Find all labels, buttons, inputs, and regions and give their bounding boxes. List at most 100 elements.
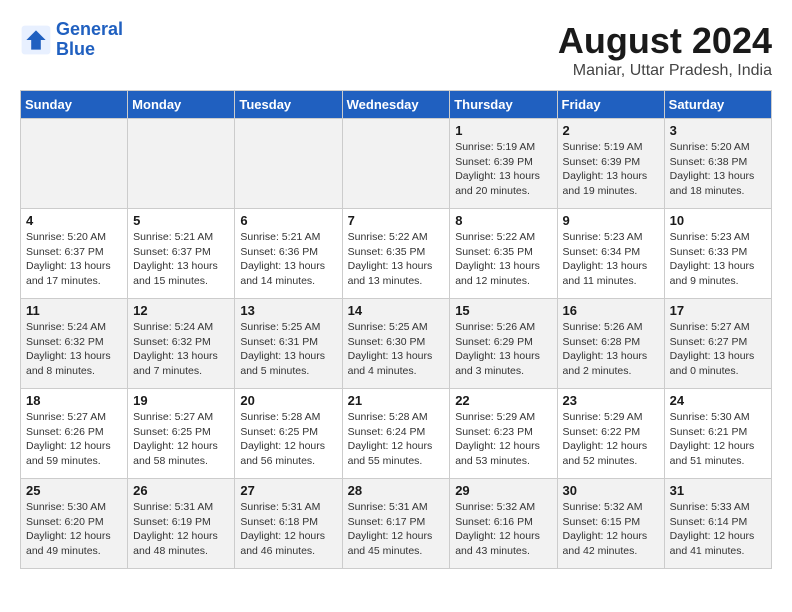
- day-number: 21: [348, 393, 445, 408]
- day-number: 14: [348, 303, 445, 318]
- day-number: 22: [455, 393, 551, 408]
- day-info: Sunrise: 5:28 AM Sunset: 6:25 PM Dayligh…: [240, 410, 336, 469]
- calendar-cell: 29 Sunrise: 5:32 AM Sunset: 6:16 PM Dayli…: [450, 479, 557, 569]
- day-info: Sunrise: 5:23 AM Sunset: 6:34 PM Dayligh…: [563, 230, 659, 289]
- day-info: Sunrise: 5:19 AM Sunset: 6:39 PM Dayligh…: [563, 140, 659, 199]
- day-number: 11: [26, 303, 122, 318]
- weekday-header-tuesday: Tuesday: [235, 91, 342, 119]
- day-info: Sunrise: 5:27 AM Sunset: 6:26 PM Dayligh…: [26, 410, 122, 469]
- day-number: 24: [670, 393, 766, 408]
- logo-text: General Blue: [56, 20, 123, 60]
- day-number: 8: [455, 213, 551, 228]
- calendar-cell: 16 Sunrise: 5:26 AM Sunset: 6:28 PM Dayli…: [557, 299, 664, 389]
- calendar-cell: 8Sunrise: 5:22 AM Sunset: 6:35 PM Daylig…: [450, 209, 557, 299]
- calendar-cell: 22 Sunrise: 5:29 AM Sunset: 6:23 PM Dayli…: [450, 389, 557, 479]
- logo-line1: General: [56, 19, 123, 39]
- weekday-header-saturday: Saturday: [664, 91, 771, 119]
- calendar-cell: 14 Sunrise: 5:25 AM Sunset: 6:30 PM Dayli…: [342, 299, 450, 389]
- weekday-header-row: SundayMondayTuesdayWednesdayThursdayFrid…: [21, 91, 772, 119]
- day-number: 30: [563, 483, 659, 498]
- day-number: 16: [563, 303, 659, 318]
- day-info: Sunrise: 5:24 AM Sunset: 6:32 PM Dayligh…: [133, 320, 229, 379]
- calendar-cell: 17Sunrise: 5:27 AM Sunset: 6:27 PM Dayli…: [664, 299, 771, 389]
- calendar-cell: 5 Sunrise: 5:21 AM Sunset: 6:37 PM Daylig…: [128, 209, 235, 299]
- day-info: Sunrise: 5:20 AM Sunset: 6:38 PM Dayligh…: [670, 140, 766, 199]
- day-info: Sunrise: 5:28 AM Sunset: 6:24 PM Dayligh…: [348, 410, 445, 469]
- day-info: Sunrise: 5:24 AM Sunset: 6:32 PM Dayligh…: [26, 320, 122, 379]
- calendar-cell: 26 Sunrise: 5:31 AM Sunset: 6:19 PM Dayli…: [128, 479, 235, 569]
- calendar-cell: 3 Sunrise: 5:20 AM Sunset: 6:38 PM Daylig…: [664, 119, 771, 209]
- calendar-table: SundayMondayTuesdayWednesdayThursdayFrid…: [20, 90, 772, 569]
- day-number: 26: [133, 483, 229, 498]
- weekday-header-sunday: Sunday: [21, 91, 128, 119]
- day-number: 28: [348, 483, 445, 498]
- calendar-cell: 10Sunrise: 5:23 AM Sunset: 6:33 PM Dayli…: [664, 209, 771, 299]
- day-info: Sunrise: 5:32 AM Sunset: 6:16 PM Dayligh…: [455, 500, 551, 559]
- day-info: Sunrise: 5:26 AM Sunset: 6:28 PM Dayligh…: [563, 320, 659, 379]
- day-info: Sunrise: 5:30 AM Sunset: 6:21 PM Dayligh…: [670, 410, 766, 469]
- calendar-cell: 31Sunrise: 5:33 AM Sunset: 6:14 PM Dayli…: [664, 479, 771, 569]
- title-block: August 2024 Maniar, Uttar Pradesh, India: [558, 20, 772, 80]
- day-info: Sunrise: 5:30 AM Sunset: 6:20 PM Dayligh…: [26, 500, 122, 559]
- calendar-cell: 20 Sunrise: 5:28 AM Sunset: 6:25 PM Dayli…: [235, 389, 342, 479]
- day-number: 5: [133, 213, 229, 228]
- header: General Blue August 2024 Maniar, Uttar P…: [20, 20, 772, 80]
- calendar-cell: [21, 119, 128, 209]
- day-number: 23: [563, 393, 659, 408]
- day-number: 3: [670, 123, 766, 138]
- logo-icon: [20, 24, 52, 56]
- day-number: 6: [240, 213, 336, 228]
- day-info: Sunrise: 5:25 AM Sunset: 6:31 PM Dayligh…: [240, 320, 336, 379]
- subtitle: Maniar, Uttar Pradesh, India: [558, 62, 772, 80]
- calendar-cell: 19Sunrise: 5:27 AM Sunset: 6:25 PM Dayli…: [128, 389, 235, 479]
- day-number: 31: [670, 483, 766, 498]
- day-number: 27: [240, 483, 336, 498]
- day-info: Sunrise: 5:21 AM Sunset: 6:36 PM Dayligh…: [240, 230, 336, 289]
- day-number: 17: [670, 303, 766, 318]
- calendar-cell: 21 Sunrise: 5:28 AM Sunset: 6:24 PM Dayli…: [342, 389, 450, 479]
- day-number: 18: [26, 393, 122, 408]
- calendar-cell: 18 Sunrise: 5:27 AM Sunset: 6:26 PM Dayli…: [21, 389, 128, 479]
- calendar-cell: [128, 119, 235, 209]
- day-info: Sunrise: 5:26 AM Sunset: 6:29 PM Dayligh…: [455, 320, 551, 379]
- day-number: 4: [26, 213, 122, 228]
- logo: General Blue: [20, 20, 123, 60]
- calendar-cell: 25 Sunrise: 5:30 AM Sunset: 6:20 PM Dayli…: [21, 479, 128, 569]
- day-info: Sunrise: 5:31 AM Sunset: 6:19 PM Dayligh…: [133, 500, 229, 559]
- day-info: Sunrise: 5:19 AM Sunset: 6:39 PM Dayligh…: [455, 140, 551, 199]
- day-info: Sunrise: 5:22 AM Sunset: 6:35 PM Dayligh…: [348, 230, 445, 289]
- calendar-cell: 1Sunrise: 5:19 AM Sunset: 6:39 PM Daylig…: [450, 119, 557, 209]
- calendar-cell: 2Sunrise: 5:19 AM Sunset: 6:39 PM Daylig…: [557, 119, 664, 209]
- calendar-cell: 6 Sunrise: 5:21 AM Sunset: 6:36 PM Daylig…: [235, 209, 342, 299]
- day-number: 7: [348, 213, 445, 228]
- calendar-cell: 15Sunrise: 5:26 AM Sunset: 6:29 PM Dayli…: [450, 299, 557, 389]
- day-number: 9: [563, 213, 659, 228]
- calendar-cell: 24 Sunrise: 5:30 AM Sunset: 6:21 PM Dayli…: [664, 389, 771, 479]
- weekday-header-wednesday: Wednesday: [342, 91, 450, 119]
- calendar-cell: 4 Sunrise: 5:20 AM Sunset: 6:37 PM Daylig…: [21, 209, 128, 299]
- day-number: 29: [455, 483, 551, 498]
- day-info: Sunrise: 5:29 AM Sunset: 6:23 PM Dayligh…: [455, 410, 551, 469]
- day-info: Sunrise: 5:25 AM Sunset: 6:30 PM Dayligh…: [348, 320, 445, 379]
- calendar-cell: 7 Sunrise: 5:22 AM Sunset: 6:35 PM Daylig…: [342, 209, 450, 299]
- calendar-cell: 28 Sunrise: 5:31 AM Sunset: 6:17 PM Dayli…: [342, 479, 450, 569]
- day-number: 25: [26, 483, 122, 498]
- day-number: 20: [240, 393, 336, 408]
- calendar-cell: 11 Sunrise: 5:24 AM Sunset: 6:32 PM Dayli…: [21, 299, 128, 389]
- calendar-cell: 30 Sunrise: 5:32 AM Sunset: 6:15 PM Dayli…: [557, 479, 664, 569]
- day-info: Sunrise: 5:23 AM Sunset: 6:33 PM Dayligh…: [670, 230, 766, 289]
- day-number: 19: [133, 393, 229, 408]
- day-info: Sunrise: 5:21 AM Sunset: 6:37 PM Dayligh…: [133, 230, 229, 289]
- calendar-cell: 23Sunrise: 5:29 AM Sunset: 6:22 PM Dayli…: [557, 389, 664, 479]
- calendar-week-2: 4 Sunrise: 5:20 AM Sunset: 6:37 PM Daylig…: [21, 209, 772, 299]
- day-info: Sunrise: 5:31 AM Sunset: 6:17 PM Dayligh…: [348, 500, 445, 559]
- day-info: Sunrise: 5:31 AM Sunset: 6:18 PM Dayligh…: [240, 500, 336, 559]
- day-info: Sunrise: 5:32 AM Sunset: 6:15 PM Dayligh…: [563, 500, 659, 559]
- calendar-week-5: 25 Sunrise: 5:30 AM Sunset: 6:20 PM Dayli…: [21, 479, 772, 569]
- calendar-cell: 13Sunrise: 5:25 AM Sunset: 6:31 PM Dayli…: [235, 299, 342, 389]
- day-info: Sunrise: 5:20 AM Sunset: 6:37 PM Dayligh…: [26, 230, 122, 289]
- main-title: August 2024: [558, 20, 772, 62]
- weekday-header-friday: Friday: [557, 91, 664, 119]
- logo-line2: Blue: [56, 39, 95, 59]
- weekday-header-thursday: Thursday: [450, 91, 557, 119]
